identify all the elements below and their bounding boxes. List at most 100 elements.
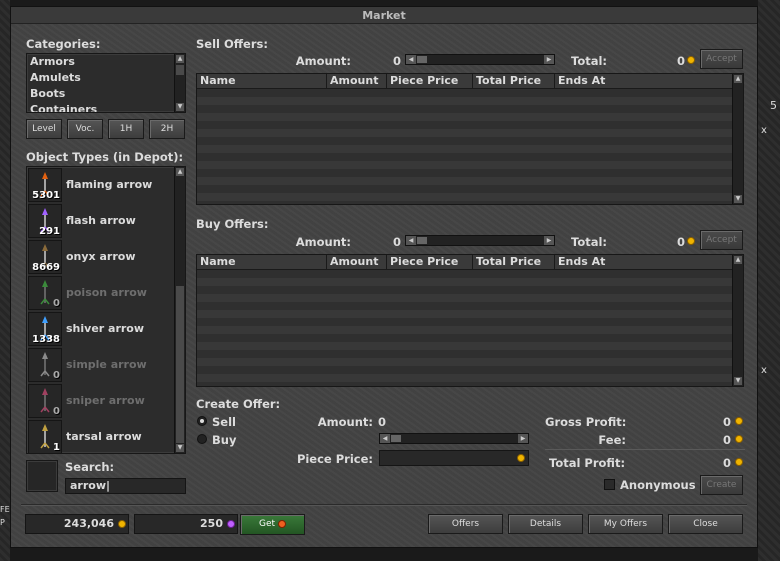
- object-type-item[interactable]: 5301 flaming arrow: [27, 167, 177, 203]
- scroll-down-icon[interactable]: ▼: [175, 443, 185, 453]
- item-count: 5301: [32, 190, 60, 201]
- tibia-coins-value: 250: [200, 517, 223, 530]
- arrow-right-icon[interactable]: ▶: [544, 236, 554, 245]
- scroll-down-icon[interactable]: ▼: [175, 102, 185, 112]
- gold-balance-value: 243,046: [63, 517, 114, 530]
- arrow-right-icon[interactable]: ▶: [544, 55, 554, 64]
- categories-list[interactable]: Armors Amulets Boots Containers ▲ ▼: [26, 53, 186, 113]
- search-input-value: arrow: [70, 479, 106, 492]
- scroll-down-icon[interactable]: ▼: [733, 194, 743, 204]
- scroll-up-icon[interactable]: ▲: [175, 54, 185, 64]
- sell-accept-button[interactable]: Accept: [700, 49, 743, 69]
- item-slot: 0: [28, 276, 62, 310]
- scroll-thumb[interactable]: [175, 285, 185, 445]
- sell-radio-label[interactable]: Sell: [212, 415, 236, 429]
- column-header-amount[interactable]: Amount: [327, 74, 387, 88]
- create-button[interactable]: Create: [700, 475, 743, 495]
- object-type-item[interactable]: 1338 shiver arrow: [27, 311, 177, 347]
- buy-accept-button[interactable]: Accept: [700, 230, 743, 250]
- piece-price-input[interactable]: [379, 450, 529, 466]
- search-label: Search:: [65, 460, 115, 474]
- column-header-name[interactable]: Name: [197, 74, 327, 88]
- sell-table-rows: [197, 89, 732, 204]
- anonymous-label[interactable]: Anonymous: [620, 478, 696, 492]
- buy-amount-slider[interactable]: ◀ ▶: [405, 235, 555, 246]
- buy-offers-table[interactable]: Name Amount Piece Price Total Price Ends…: [196, 254, 744, 387]
- column-header-piece-price[interactable]: Piece Price: [387, 255, 473, 269]
- category-item[interactable]: Armors: [27, 54, 185, 70]
- column-header-total-price[interactable]: Total Price: [473, 255, 555, 269]
- column-header-ends-at[interactable]: Ends At: [555, 74, 732, 88]
- categories-scrollbar[interactable]: ▲ ▼: [174, 54, 185, 112]
- arrow-left-icon[interactable]: ◀: [380, 434, 390, 443]
- object-type-item[interactable]: 0 sniper arrow: [27, 383, 177, 419]
- buy-amount-label: Amount:: [295, 235, 351, 249]
- item-slot: 1338: [28, 312, 62, 346]
- item-slot: 8669: [28, 240, 62, 274]
- selected-item-slot: [26, 460, 58, 492]
- item-slot: 0: [28, 384, 62, 418]
- slider-knob[interactable]: [416, 55, 428, 64]
- sell-amount-slider[interactable]: ◀ ▶: [405, 54, 555, 65]
- my-offers-button[interactable]: My Offers: [588, 514, 663, 534]
- anonymous-checkbox[interactable]: [604, 479, 615, 490]
- gold-coin-icon: [735, 435, 743, 443]
- coin-icon: [277, 519, 286, 528]
- gold-coin-icon: [517, 454, 525, 462]
- object-type-item[interactable]: 0 poison arrow: [27, 275, 177, 311]
- object-type-item[interactable]: 8669 onyx arrow: [27, 239, 177, 275]
- arrow-right-icon[interactable]: ▶: [518, 434, 528, 443]
- buy-radio-label[interactable]: Buy: [212, 433, 236, 447]
- object-types-list[interactable]: 5301 flaming arrow 291 flash arrow 8669 onyx …: [26, 166, 186, 454]
- category-item[interactable]: Amulets: [27, 70, 185, 86]
- scroll-up-icon[interactable]: ▲: [175, 167, 185, 177]
- category-item[interactable]: Containers: [27, 102, 185, 112]
- slider-knob[interactable]: [416, 236, 428, 245]
- sell-offers-table[interactable]: Name Amount Piece Price Total Price Ends…: [196, 73, 744, 205]
- search-input[interactable]: arrow|: [65, 478, 186, 494]
- item-name: poison arrow: [66, 286, 147, 299]
- gold-coin-icon: [735, 458, 743, 466]
- offers-button[interactable]: Offers: [428, 514, 503, 534]
- object-types-scrollbar[interactable]: ▲ ▼: [174, 167, 185, 453]
- column-header-total-price[interactable]: Total Price: [473, 74, 555, 88]
- column-header-name[interactable]: Name: [197, 255, 327, 269]
- category-item[interactable]: Boots: [27, 86, 185, 102]
- column-header-amount[interactable]: Amount: [327, 255, 387, 269]
- scroll-up-icon[interactable]: ▲: [733, 74, 743, 84]
- arrow-left-icon[interactable]: ◀: [406, 55, 416, 64]
- scroll-up-icon[interactable]: ▲: [733, 255, 743, 265]
- object-type-item[interactable]: 291 flash arrow: [27, 203, 177, 239]
- create-amount-slider[interactable]: ◀ ▶: [379, 433, 529, 444]
- gross-profit-label: Gross Profit:: [545, 415, 627, 429]
- object-type-item[interactable]: 0 simple arrow: [27, 347, 177, 383]
- sell-table-scrollbar[interactable]: ▲ ▼: [732, 74, 743, 204]
- create-amount-value: 0: [378, 415, 387, 429]
- scroll-thumb[interactable]: [175, 64, 185, 76]
- filter-1h-button[interactable]: 1H: [108, 119, 144, 139]
- total-profit-label: Total Profit:: [549, 456, 626, 470]
- create-offer-label: Create Offer:: [196, 397, 281, 411]
- object-type-item[interactable]: 1 tarsal arrow: [27, 419, 177, 453]
- filter-level-button[interactable]: Level: [26, 119, 62, 139]
- window-title[interactable]: Market: [11, 7, 757, 24]
- arrow-left-icon[interactable]: ◀: [406, 236, 416, 245]
- item-count: 1338: [32, 334, 60, 345]
- get-coins-button[interactable]: Get: [240, 514, 305, 535]
- sell-amount-label: Amount:: [295, 54, 351, 68]
- gold-coin-icon: [118, 520, 126, 528]
- details-button[interactable]: Details: [508, 514, 583, 534]
- buy-radio[interactable]: [197, 434, 207, 444]
- filter-vocation-button[interactable]: Voc.: [67, 119, 103, 139]
- background-fragment-text: x: [761, 125, 767, 136]
- filter-2h-button[interactable]: 2H: [149, 119, 185, 139]
- buy-table-scrollbar[interactable]: ▲ ▼: [732, 255, 743, 386]
- column-header-ends-at[interactable]: Ends At: [555, 255, 732, 269]
- slider-knob[interactable]: [390, 434, 402, 443]
- scroll-down-icon[interactable]: ▼: [733, 376, 743, 386]
- sell-radio[interactable]: [197, 416, 207, 426]
- background-left: [0, 0, 10, 561]
- object-types-items: 5301 flaming arrow 291 flash arrow 8669 onyx …: [27, 167, 175, 453]
- close-button[interactable]: Close: [668, 514, 743, 534]
- column-header-piece-price[interactable]: Piece Price: [387, 74, 473, 88]
